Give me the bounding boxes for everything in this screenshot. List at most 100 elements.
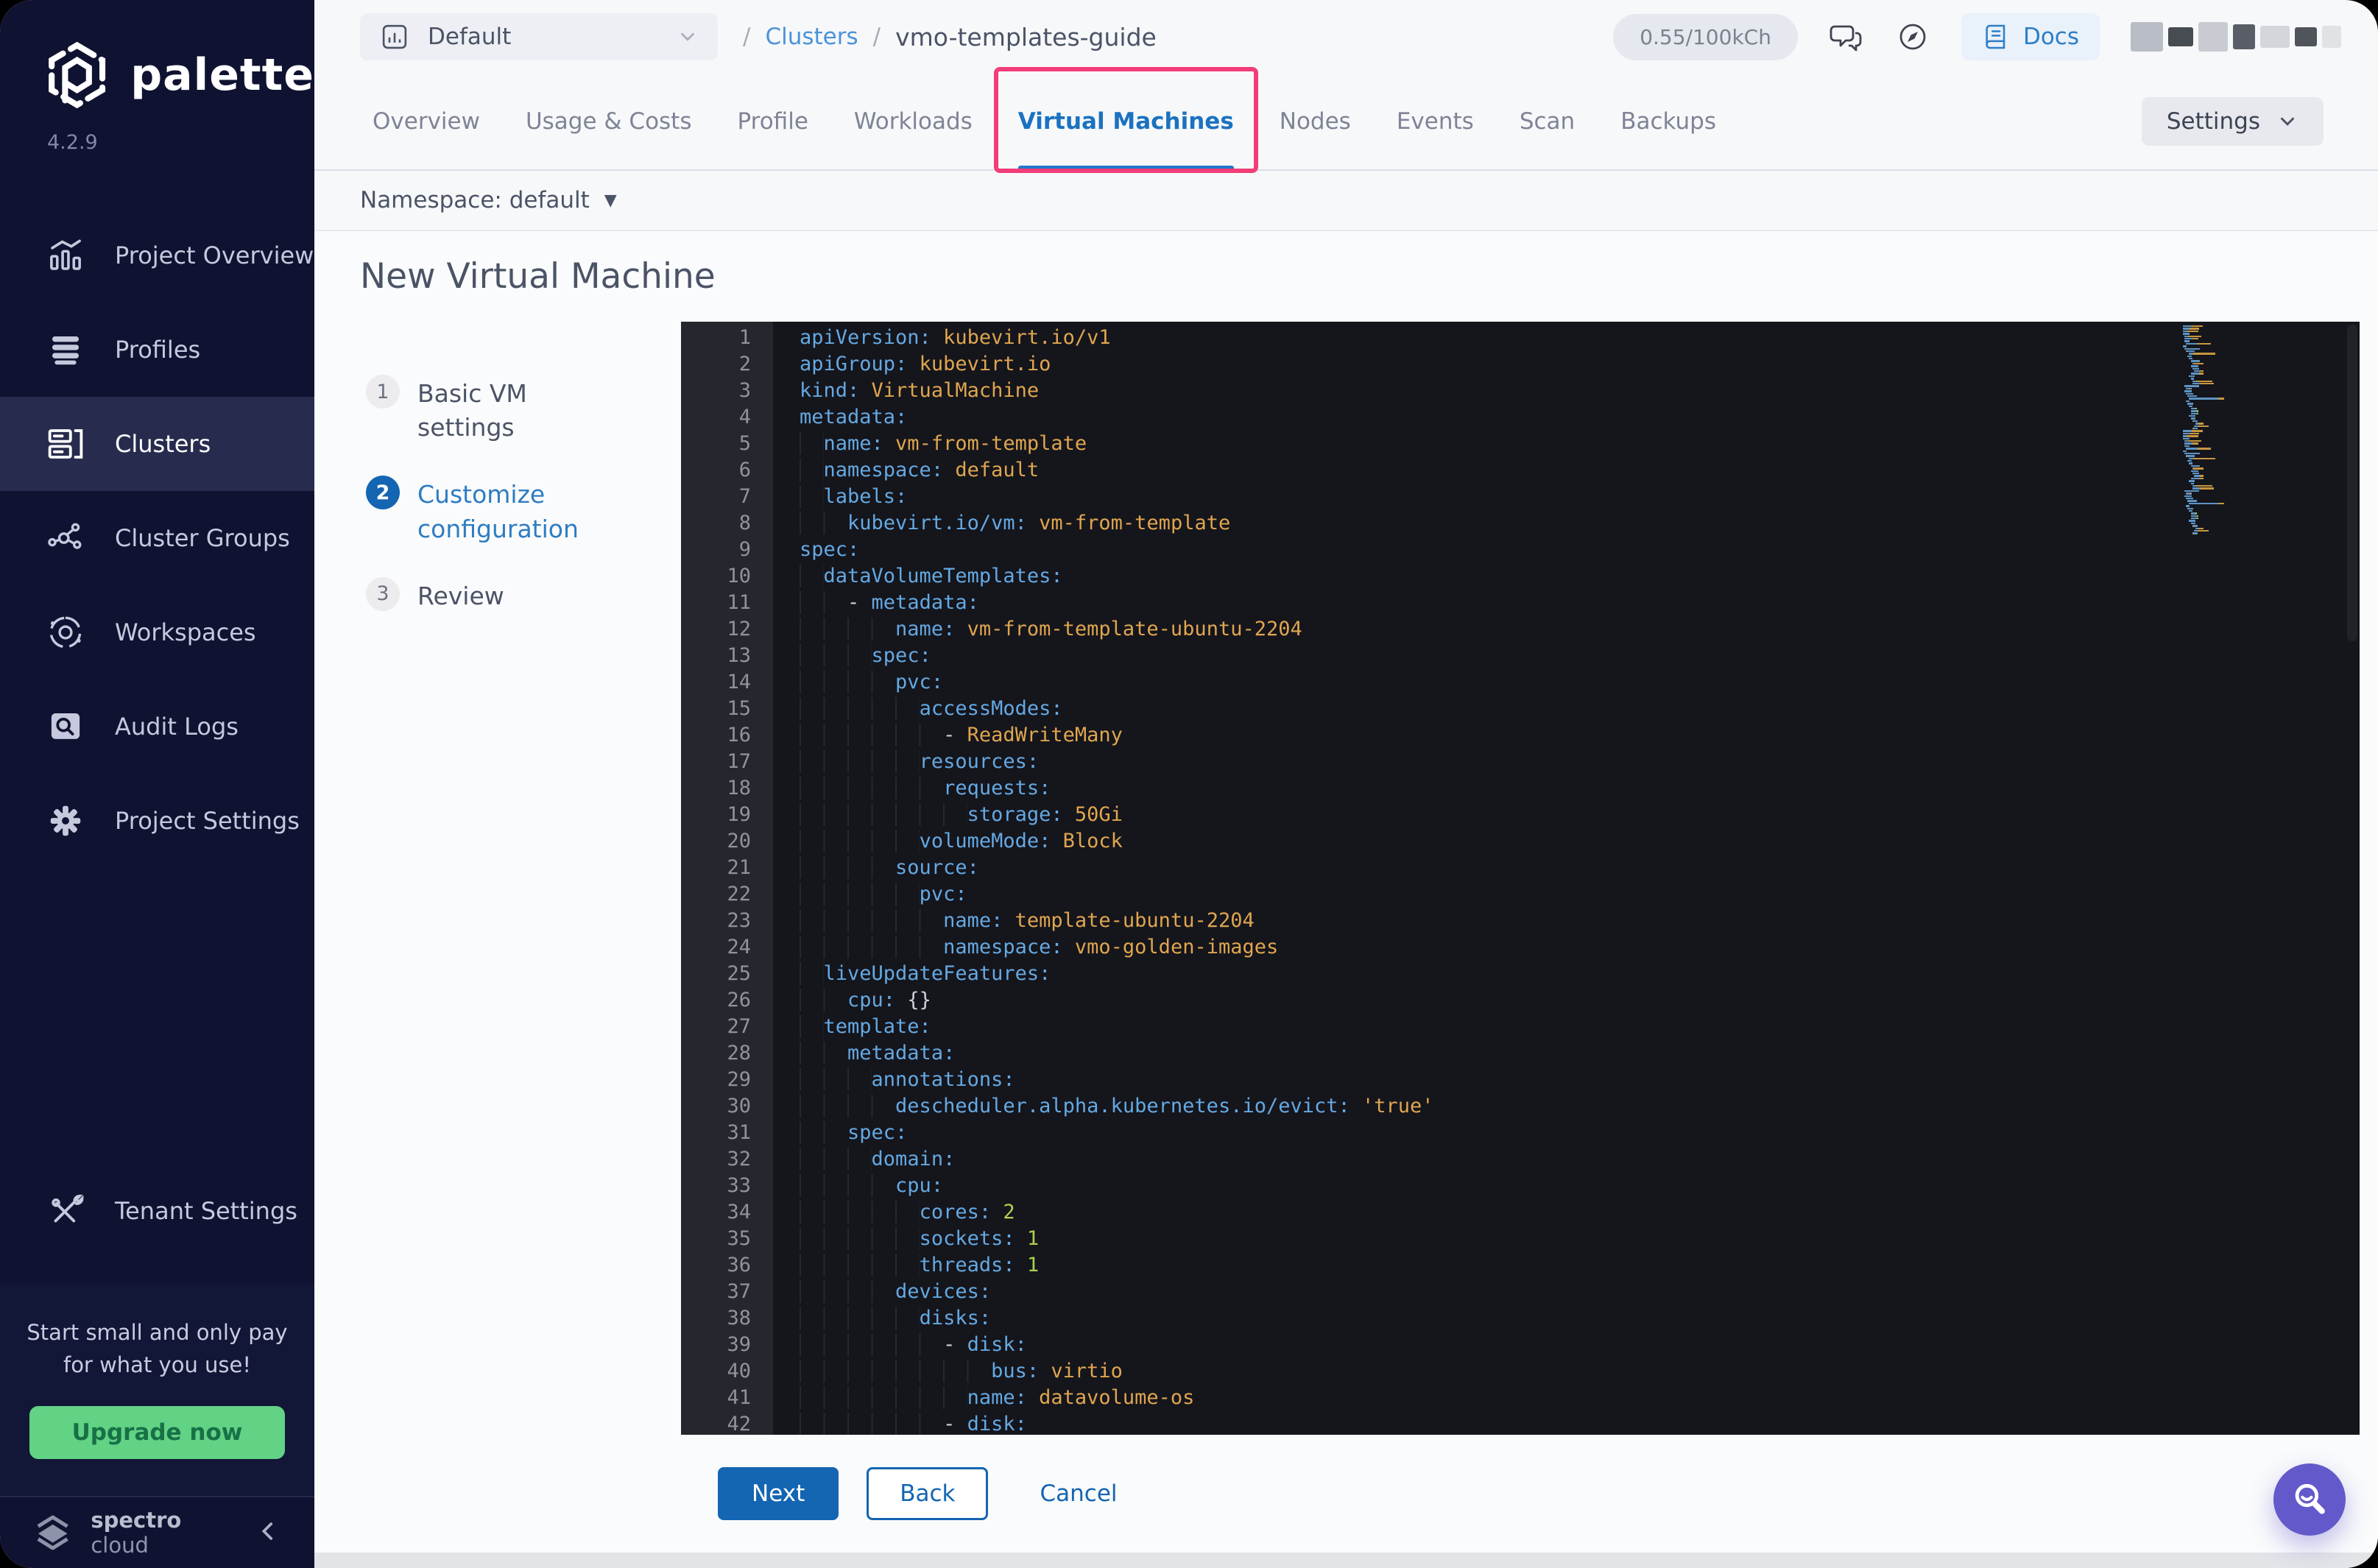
sidebar-item-profiles[interactable]: Profiles — [0, 303, 314, 397]
tab-virtual-machines[interactable]: Virtual Machines — [993, 67, 1258, 173]
spectro-cloud-logo-icon — [37, 1515, 68, 1550]
docs-label: Docs — [2022, 24, 2079, 50]
next-button[interactable]: Next — [718, 1467, 839, 1520]
tab-scan[interactable]: Scan — [1497, 74, 1598, 169]
editor-scrollbar[interactable] — [2347, 325, 2357, 641]
breadcrumb-separator: / — [872, 24, 881, 50]
line-number: 5 — [738, 432, 751, 455]
project-selector-value: Default — [428, 24, 512, 50]
code-line: bus: virtio — [800, 1358, 2360, 1385]
line-number: 24 — [727, 936, 751, 958]
namespace-selector-value: Namespace: default — [360, 187, 590, 213]
line-number: 10 — [727, 565, 751, 587]
upgrade-now-button[interactable]: Upgrade now — [29, 1406, 286, 1459]
brand-text: spectro cloud — [91, 1508, 239, 1558]
line-number: 36 — [727, 1254, 751, 1276]
line-number: 34 — [727, 1201, 751, 1223]
wizard-step-customize-configuration[interactable]: 2 Customize configuration — [366, 476, 681, 545]
step-label: Review — [417, 581, 504, 610]
editor-line-numbers: 1 2 3 4 5 6 7 8 9 10 11 12 13 14 15 16 17 18 19 20 21 22 23 24 2… — [681, 322, 773, 1435]
sidebar-item-clusters[interactable]: Clusters — [0, 397, 314, 491]
sidebar-item-audit-logs[interactable]: Audit Logs — [0, 679, 314, 774]
back-button[interactable]: Back — [867, 1467, 989, 1520]
line-number: 30 — [727, 1095, 751, 1117]
code-line: - ReadWriteMany — [800, 722, 2360, 749]
cancel-button[interactable]: Cancel — [1035, 1480, 1121, 1508]
project-selector[interactable]: Default — [360, 13, 718, 60]
line-number: 40 — [727, 1360, 751, 1382]
project-scope-icon — [379, 21, 410, 52]
line-number: 42 — [727, 1413, 751, 1435]
line-number: 38 — [727, 1307, 751, 1329]
line-number: 39 — [727, 1333, 751, 1356]
chat-icon[interactable] — [1829, 19, 1864, 54]
tab-backups[interactable]: Backups — [1598, 74, 1739, 169]
tab-label: Virtual Machines — [1017, 108, 1234, 135]
code-line: requests: — [800, 775, 2360, 802]
code-line: cores: 2 — [800, 1199, 2360, 1226]
line-number: 27 — [727, 1015, 751, 1038]
promo-message: Start small and only pay for what you us… — [27, 1320, 288, 1377]
wizard-steps: 1 Basic VM settings 2 Customize configurati… — [314, 322, 681, 1435]
sidebar-item-project-overview[interactable]: Project Overview — [0, 208, 314, 303]
search-help-fab[interactable] — [2273, 1463, 2346, 1536]
sidebar-item-tenant-settings[interactable]: Tenant Settings — [0, 1164, 314, 1258]
collapse-sidebar-chevron-icon[interactable] — [255, 1519, 281, 1547]
tab-events[interactable]: Events — [1374, 74, 1497, 169]
sidebar-nav: Project Overview Profiles Clusters Cluster … — [0, 208, 314, 868]
sidebar-item-label: Project Overview — [115, 241, 314, 269]
code-line: metadata: — [800, 1040, 2360, 1067]
sidebar-item-label: Project Settings — [115, 807, 300, 835]
code-line: name: vm-from-template — [800, 431, 2360, 457]
sidebar-item-workspaces[interactable]: Workspaces — [0, 585, 314, 679]
code-line: resources: — [800, 749, 2360, 775]
tab-nodes[interactable]: Nodes — [1257, 74, 1374, 169]
line-number: 26 — [727, 989, 751, 1011]
docs-button[interactable]: Docs — [1961, 13, 2100, 60]
tab-profile[interactable]: Profile — [715, 74, 831, 169]
sidebar-item-label: Clusters — [115, 430, 211, 458]
palette-logo-icon — [49, 41, 106, 109]
code-line: spec: — [800, 538, 860, 561]
line-number: 3 — [738, 379, 751, 402]
tab-label: Events — [1396, 108, 1474, 135]
line-number: 9 — [738, 538, 751, 561]
editor-code-area[interactable]: apiVersion: kubevirt.io/v1 apiGroup: kube… — [773, 322, 2360, 1435]
code-line: threads: 1 — [800, 1252, 2360, 1279]
namespace-selector[interactable]: Namespace: default ▼ — [314, 171, 2378, 231]
code-line: spec: — [800, 643, 2360, 669]
tab-usage-costs[interactable]: Usage & Costs — [503, 74, 715, 169]
wizard-step-review[interactable]: 3 Review — [366, 576, 681, 613]
settings-button[interactable]: Settings — [2141, 97, 2324, 146]
yaml-editor[interactable]: 1 2 3 4 5 6 7 8 9 10 11 12 13 14 15 16 17 18 19 20 21 22 23 24 2… — [681, 322, 2360, 1435]
line-number: 16 — [727, 724, 751, 746]
code-line: cpu: {} — [800, 987, 2360, 1014]
line-number: 20 — [727, 830, 751, 852]
line-number: 25 — [727, 962, 751, 985]
breadcrumb-link-clusters[interactable]: Clusters — [765, 24, 858, 50]
editor-minimap[interactable] — [2183, 325, 2286, 535]
app-version: 4.2.9 — [47, 131, 98, 154]
line-number: 37 — [727, 1280, 751, 1303]
compass-icon[interactable] — [1895, 19, 1930, 54]
tab-overview[interactable]: Overview — [350, 74, 503, 169]
code-line: cpu: — [800, 1173, 2360, 1199]
tab-workloads[interactable]: Workloads — [831, 74, 995, 169]
code-line: disks: — [800, 1305, 2360, 1332]
step-number: 3 — [366, 576, 400, 611]
code-line: template: — [800, 1014, 2360, 1040]
sidebar-item-cluster-groups[interactable]: Cluster Groups — [0, 491, 314, 585]
sidebar-item-project-settings[interactable]: Project Settings — [0, 774, 314, 868]
wizard-step-basic-vm-settings[interactable]: 1 Basic VM settings — [366, 375, 681, 445]
palette-app: palette 4.2.9 Project Overview Profiles Cl… — [0, 0, 2378, 1568]
chevron-down-icon — [2281, 117, 2294, 126]
tab-label: Nodes — [1279, 108, 1351, 135]
code-line: apiVersion: kubevirt.io/v1 — [800, 326, 1111, 349]
line-number: 14 — [727, 671, 751, 693]
page-heading-area: New Virtual Machine — [314, 231, 2378, 322]
sidebar-item-label: Workspaces — [115, 618, 256, 646]
line-number: 1 — [738, 326, 751, 349]
brand-bold: spectro — [91, 1508, 182, 1533]
line-number: 8 — [738, 512, 751, 534]
line-number: 35 — [727, 1227, 751, 1250]
